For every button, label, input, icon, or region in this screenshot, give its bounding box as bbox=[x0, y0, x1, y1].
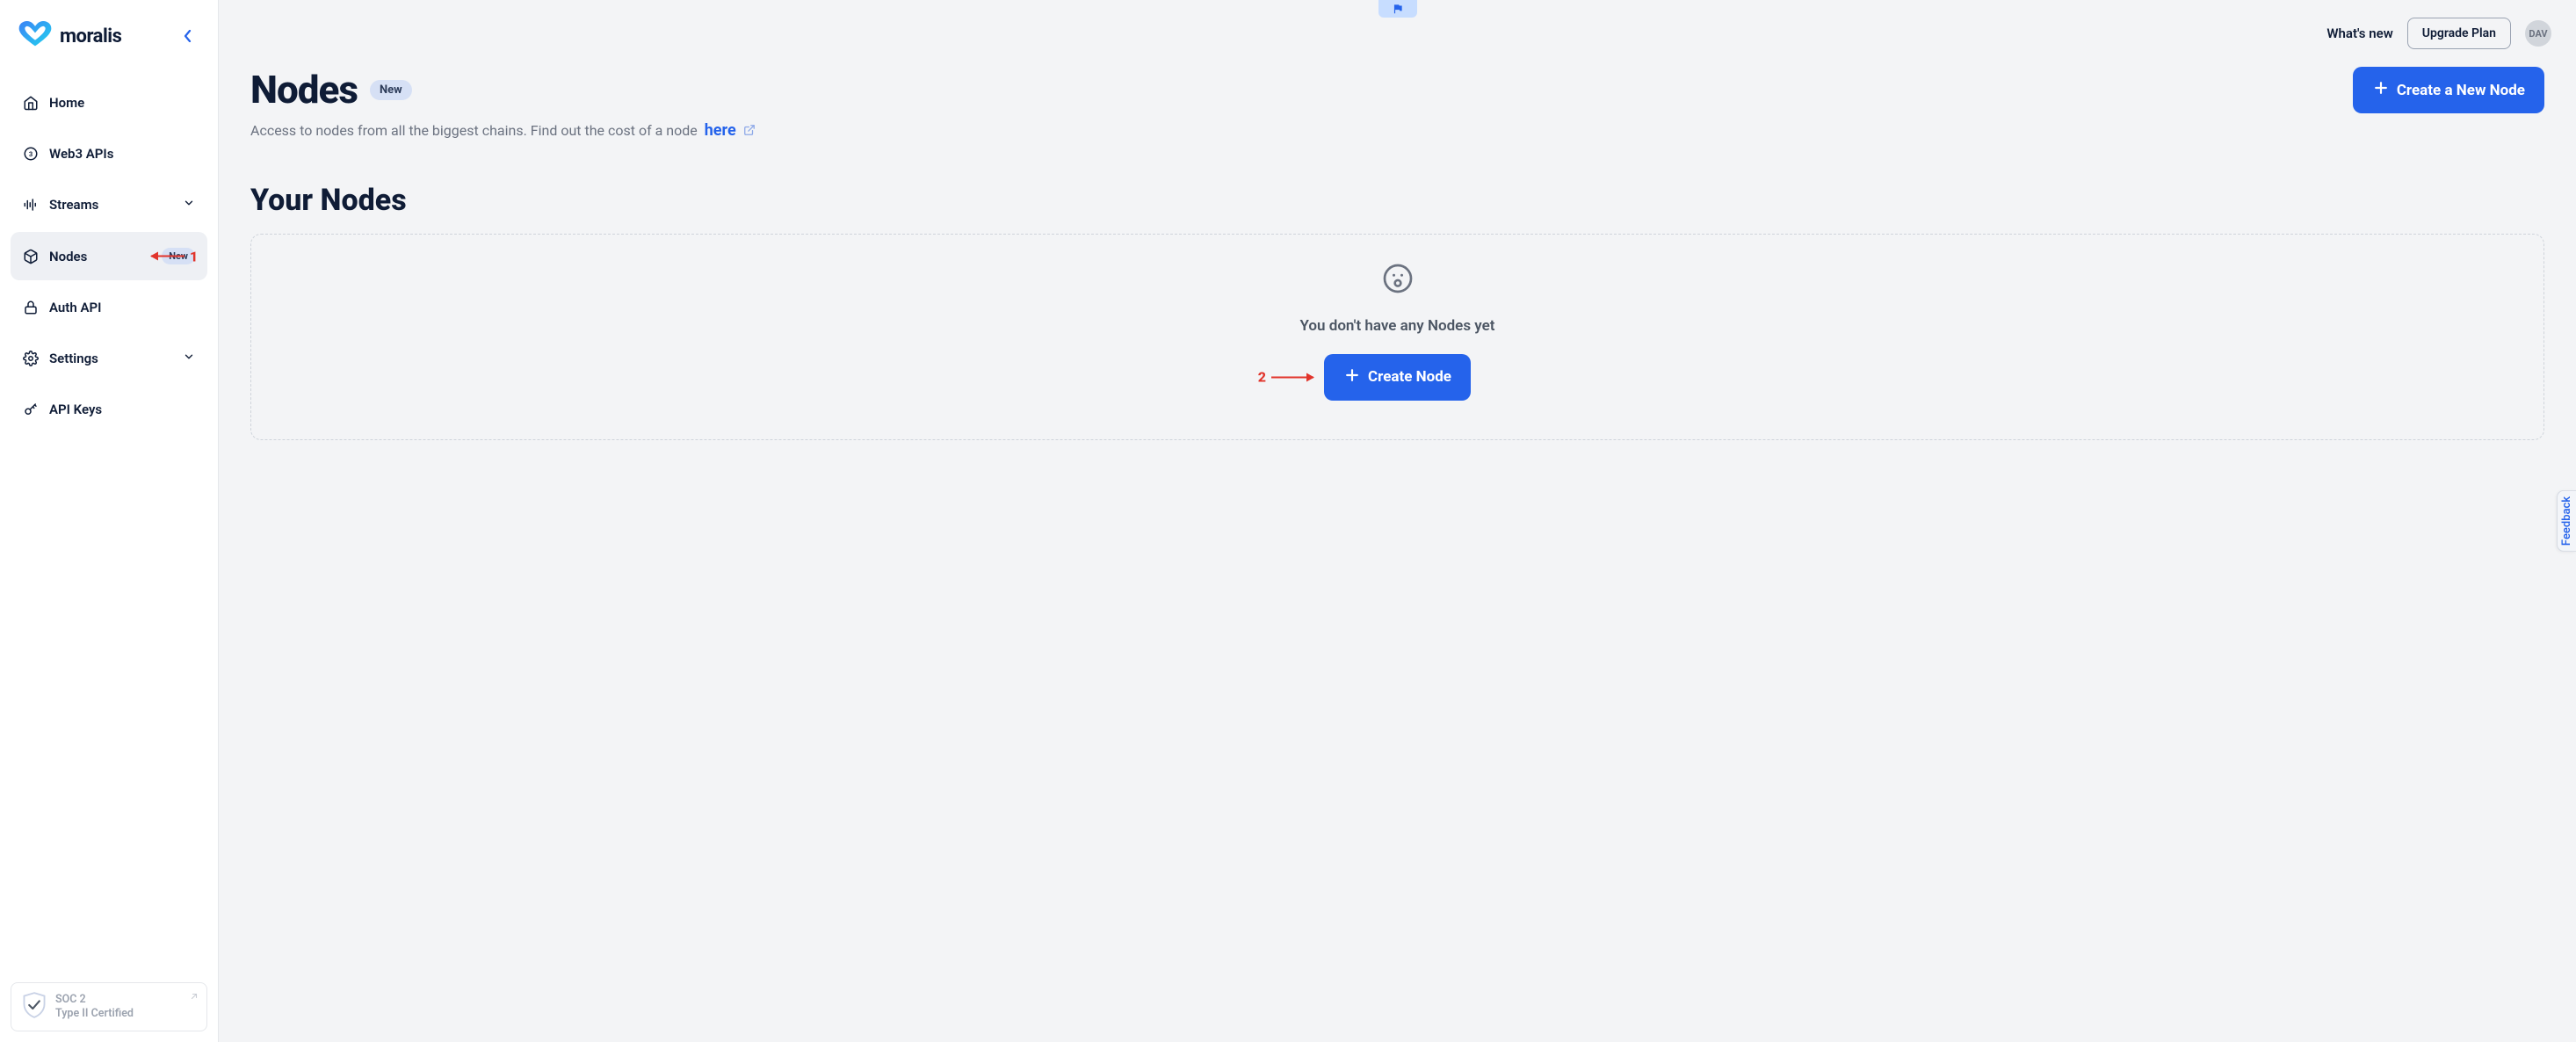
sidebar-item-streams[interactable]: Streams bbox=[11, 181, 207, 228]
your-nodes-title: Your Nodes bbox=[250, 183, 2544, 218]
logo-icon bbox=[18, 21, 53, 51]
sidebar-item-label: Home bbox=[49, 95, 195, 111]
whats-new-link[interactable]: What's new bbox=[2326, 25, 2392, 41]
new-badge: New bbox=[162, 248, 195, 264]
sidebar-item-label: Nodes bbox=[49, 249, 151, 264]
sidebar: moralis Home 3 Web3 APIs Streams bbox=[0, 0, 219, 1042]
feedback-tab[interactable]: Feedback bbox=[2557, 490, 2576, 552]
sidebar-item-label: Auth API bbox=[49, 300, 195, 315]
svg-text:3: 3 bbox=[29, 150, 33, 158]
sidebar-item-label: Web3 APIs bbox=[49, 146, 195, 162]
sidebar-item-label: API Keys bbox=[49, 402, 195, 417]
soc-text: SOC 2 Type II Certified bbox=[55, 993, 134, 1020]
sidebar-header: moralis bbox=[11, 11, 207, 72]
page-content: Nodes New Access to nodes from all the b… bbox=[219, 49, 2576, 458]
page-subtitle: Access to nodes from all the biggest cha… bbox=[250, 121, 756, 141]
external-link-icon bbox=[743, 122, 756, 141]
home-icon bbox=[23, 95, 39, 111]
feedback-label: Feedback bbox=[2560, 496, 2573, 546]
sidebar-item-label: Streams bbox=[49, 197, 172, 213]
sidebar-nav: Home 3 Web3 APIs Streams Nodes New bbox=[11, 79, 207, 433]
shield-check-icon bbox=[22, 992, 47, 1022]
cube-icon: 3 bbox=[23, 146, 39, 162]
main-content: What's new Upgrade Plan DAV Nodes New Ac… bbox=[219, 0, 2576, 1042]
flag-tab[interactable] bbox=[1378, 0, 1417, 18]
avatar[interactable]: DAV bbox=[2525, 20, 2551, 47]
chevron-down-icon bbox=[183, 197, 195, 213]
soc2-badge-card[interactable]: SOC 2 Type II Certified bbox=[11, 982, 207, 1031]
page-header: Nodes New Access to nodes from all the b… bbox=[250, 67, 2544, 141]
create-node-button[interactable]: Create Node bbox=[1324, 354, 1471, 401]
chevron-down-icon bbox=[183, 351, 195, 366]
sidebar-item-web3-apis[interactable]: 3 Web3 APIs bbox=[11, 130, 207, 177]
annotation-2: 2 bbox=[1258, 369, 1313, 386]
surprised-face-icon bbox=[1382, 263, 1414, 298]
lock-icon bbox=[23, 300, 39, 315]
logo-text: moralis bbox=[60, 25, 121, 47]
sidebar-item-auth-api[interactable]: Auth API bbox=[11, 284, 207, 331]
logo[interactable]: moralis bbox=[18, 21, 121, 51]
pricing-here-link[interactable]: here bbox=[705, 121, 756, 140]
plus-icon bbox=[1343, 366, 1361, 388]
sidebar-item-api-keys[interactable]: API Keys bbox=[11, 386, 207, 433]
plus-icon bbox=[2372, 79, 2390, 101]
key-icon bbox=[23, 402, 39, 417]
external-link-icon bbox=[189, 988, 199, 1005]
create-new-node-button[interactable]: Create a New Node bbox=[2353, 67, 2544, 113]
box-icon bbox=[23, 249, 39, 264]
collapse-sidebar-button[interactable] bbox=[176, 24, 200, 48]
sidebar-item-home[interactable]: Home bbox=[11, 79, 207, 127]
sidebar-item-label: Settings bbox=[49, 351, 172, 366]
streams-icon bbox=[23, 197, 39, 213]
empty-state-panel: You don't have any Nodes yet 2 Create No… bbox=[250, 234, 2544, 440]
empty-state-text: You don't have any Nodes yet bbox=[1300, 317, 1495, 335]
page-title: Nodes bbox=[250, 67, 358, 112]
sidebar-item-settings[interactable]: Settings bbox=[11, 335, 207, 382]
sidebar-item-nodes[interactable]: Nodes New 1 bbox=[11, 232, 207, 280]
gear-icon bbox=[23, 351, 39, 366]
upgrade-plan-button[interactable]: Upgrade Plan bbox=[2407, 18, 2511, 49]
new-badge: New bbox=[370, 80, 412, 100]
